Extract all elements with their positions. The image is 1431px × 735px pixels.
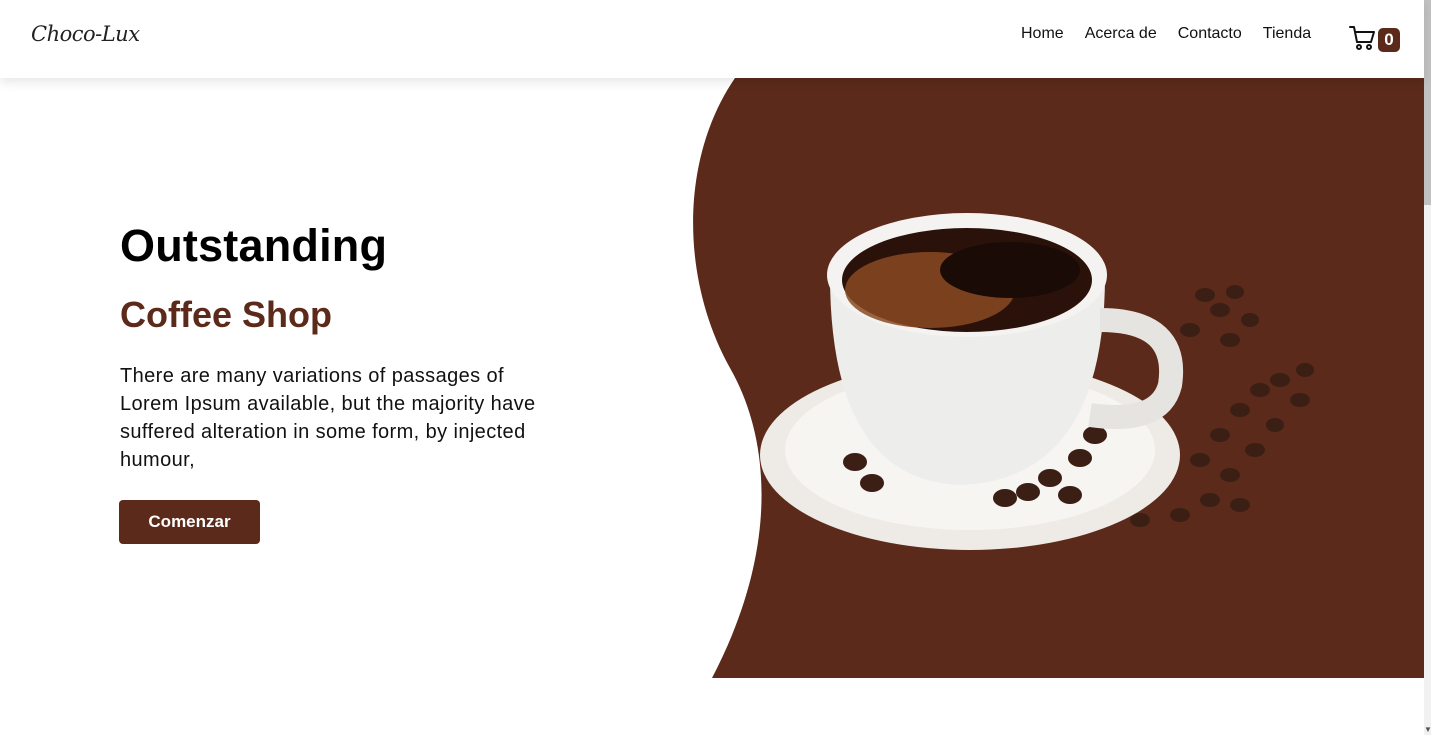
coffee-cup-image (760, 213, 1314, 550)
top-navbar: Choco-Lux Home Acerca de Contacto Tienda… (0, 0, 1424, 78)
nav-link-contacto[interactable]: Contacto (1178, 25, 1242, 43)
cart-button[interactable]: 0 (1349, 24, 1401, 54)
hero-title: Outstanding (120, 220, 388, 271)
comenzar-button[interactable]: Comenzar (119, 500, 260, 544)
hero-subtitle: Coffee Shop (120, 294, 332, 335)
shopping-cart-icon (1349, 26, 1375, 50)
scrollbar-thumb[interactable] (1424, 0, 1431, 205)
cart-count-badge: 0 (1378, 28, 1400, 52)
nav-link-home[interactable]: Home (1021, 25, 1064, 43)
brand-logo[interactable]: Choco-Lux (31, 22, 140, 46)
nav-link-tienda[interactable]: Tienda (1263, 25, 1311, 43)
hero-description: There are many variations of passages of… (120, 365, 536, 471)
nav-link-acerca-de[interactable]: Acerca de (1085, 25, 1157, 43)
scroll-down-arrow-icon[interactable]: ▼ (1424, 724, 1431, 735)
main-nav: Home Acerca de Contacto Tienda (1021, 25, 1332, 43)
